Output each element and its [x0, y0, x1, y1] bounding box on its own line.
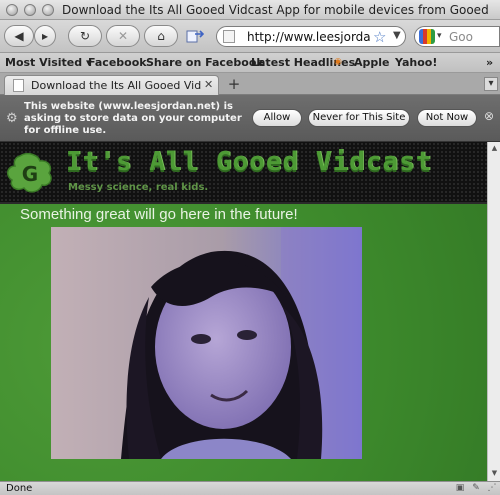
site-icon [223, 30, 235, 43]
resize-grip-icon[interactable]: ⋰ [486, 483, 498, 494]
page-icon [13, 79, 24, 92]
status-addon-icon[interactable]: ▣ [454, 483, 466, 494]
offline-storage-notification: ⚙ This website (www.leesjordan.net) is a… [0, 95, 500, 142]
scroll-up-arrow-icon[interactable]: ▲ [489, 143, 500, 154]
webcam-portrait-image [51, 227, 362, 459]
bookmark-most-visited[interactable]: Most Visited ▾ [5, 56, 92, 69]
bookmark-apple[interactable]: Apple [354, 56, 390, 69]
scroll-down-arrow-icon[interactable]: ▼ [489, 468, 500, 479]
back-button[interactable]: ◀ [4, 25, 34, 47]
status-text: Done [6, 483, 33, 494]
tab-list-icon[interactable]: ▾ [484, 77, 498, 91]
site-header: G It's All Gooed Vidcast Messy science, … [0, 142, 487, 204]
url-dropdown-icon[interactable]: ▼ [393, 30, 401, 41]
search-engine-dropdown-icon[interactable]: ▾ [437, 31, 442, 41]
bookmark-share-on-facebook[interactable]: Share on Facebook [146, 56, 264, 69]
search-placeholder[interactable]: Goo [449, 30, 473, 44]
page-content: G It's All Gooed Vidcast Messy science, … [0, 142, 487, 481]
stop-button[interactable]: ✕ [106, 25, 140, 47]
bookmarks-toolbar: Most Visited ▾ Facebook Share on Faceboo… [0, 53, 500, 73]
google-search-engine-icon[interactable] [419, 29, 435, 44]
window-title-bar: Download the Its All Gooed Vidcast App f… [0, 0, 500, 20]
minimize-window-button[interactable] [24, 4, 36, 16]
url-bar[interactable]: http://www.leesjordan ☆ ▼ [216, 26, 406, 47]
gooed-logo-icon: G [7, 153, 52, 193]
close-notification-icon[interactable]: ⊗ [484, 109, 494, 123]
tab-close-icon[interactable]: ✕ [204, 78, 213, 91]
status-bar: Done ▣ ✎ ⋰ [0, 481, 500, 495]
not-now-button[interactable]: Not Now [417, 109, 477, 127]
bookmarks-overflow-chevron[interactable]: » [486, 56, 493, 69]
gear-icon: ⚙ [6, 111, 18, 126]
home-button[interactable]: ⌂ [144, 25, 178, 47]
share-page-icon[interactable] [186, 28, 205, 44]
new-tab-button[interactable]: + [225, 76, 243, 94]
allow-button[interactable]: Allow [252, 109, 302, 127]
site-tagline: Messy science, real kids. [68, 182, 209, 193]
rss-feed-icon: ◉ [334, 57, 342, 67]
logo-letter: G [22, 162, 38, 186]
webcam-video-frame[interactable] [51, 227, 362, 459]
forward-button[interactable]: ▸ [34, 25, 56, 47]
tab-label: Download the Its All Gooed Vidca [31, 79, 201, 92]
vertical-scrollbar[interactable]: ▲ ▼ [487, 142, 500, 481]
search-field[interactable]: ▾ Goo [414, 26, 500, 47]
bookmark-facebook[interactable]: Facebook [88, 56, 147, 69]
bookmark-star-icon[interactable]: ☆ [373, 28, 386, 46]
status-settings-icon[interactable]: ✎ [470, 483, 482, 494]
tab-active[interactable]: Download the Its All Gooed Vidca ✕ [4, 75, 219, 95]
close-window-button[interactable] [6, 4, 18, 16]
navigation-toolbar: ◀ ▸ ↻ ✕ ⌂ http://www.leesjordan ☆ ▼ ▾ Go… [0, 20, 500, 53]
never-for-this-site-button[interactable]: Never for This Site [308, 109, 410, 127]
reload-button[interactable]: ↻ [68, 25, 102, 47]
window-title: Download the Its All Gooed Vidcast App f… [62, 3, 489, 17]
tab-strip: Download the Its All Gooed Vidca ✕ + ▾ [0, 73, 500, 95]
site-title: It's All Gooed Vidcast [66, 147, 433, 177]
bookmark-yahoo[interactable]: Yahoo! [395, 56, 437, 69]
url-text[interactable]: http://www.leesjordan [247, 30, 371, 44]
zoom-window-button[interactable] [42, 4, 54, 16]
placeholder-message: Something great will go here in the futu… [20, 206, 298, 223]
notification-message: This website (www.leesjordan.net) is ask… [24, 101, 242, 136]
